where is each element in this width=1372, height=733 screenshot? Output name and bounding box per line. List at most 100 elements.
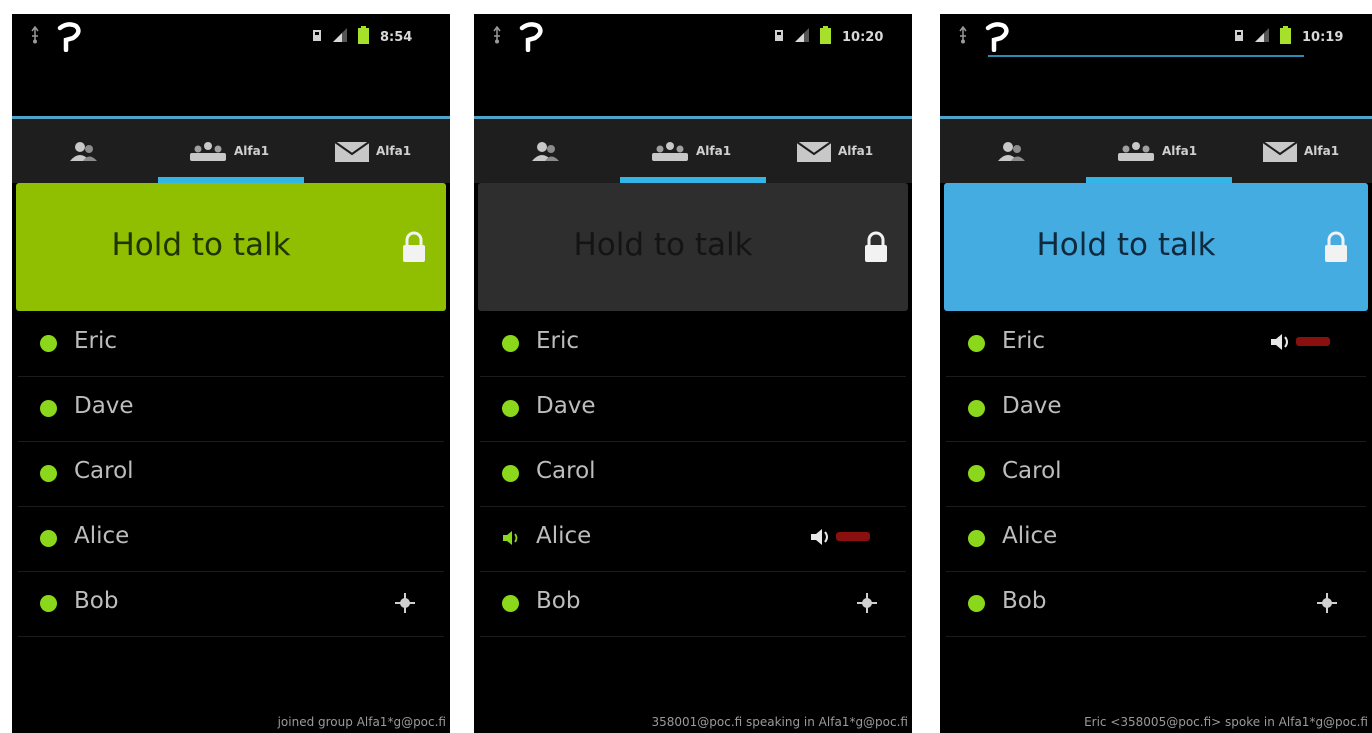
member-name: Carol bbox=[1002, 458, 1062, 484]
member-row-carol[interactable]: Carol bbox=[480, 442, 906, 507]
signal-strength-icon bbox=[795, 28, 809, 42]
status-clock: 10:19 bbox=[1302, 30, 1344, 45]
member-row-dave[interactable]: Dave bbox=[480, 377, 906, 442]
member-name: Bob bbox=[74, 588, 119, 614]
member-name: Dave bbox=[536, 393, 596, 419]
member-row-carol[interactable]: Carol bbox=[18, 442, 444, 507]
member-row-bob[interactable]: Bob bbox=[946, 572, 1366, 637]
audio-level-meter bbox=[836, 532, 870, 541]
status-clock: 8:54 bbox=[380, 30, 413, 45]
sd-card-icon bbox=[313, 30, 321, 41]
battery-icon bbox=[358, 26, 369, 44]
member-name: Eric bbox=[536, 328, 580, 354]
phone-screen-1: 8:54 Alfa1 Alfa1 Hold to talk Eric Dave … bbox=[12, 14, 450, 733]
tab-label: Alfa1 bbox=[376, 144, 412, 158]
sd-card-icon bbox=[1235, 30, 1243, 41]
contacts-icon bbox=[998, 142, 1025, 161]
lock-icon[interactable] bbox=[1324, 231, 1348, 263]
presence-online-icon bbox=[40, 530, 57, 547]
member-list: Eric Dave Carol Alice Bob bbox=[18, 312, 444, 637]
status-bar: 10:19 bbox=[940, 14, 1372, 64]
app-logo-icon bbox=[985, 22, 1009, 52]
member-name: Eric bbox=[74, 328, 118, 354]
tab-contacts[interactable] bbox=[12, 119, 158, 183]
speaker-icon bbox=[1271, 334, 1288, 350]
message-icon bbox=[796, 141, 832, 162]
presence-online-icon bbox=[502, 335, 519, 352]
tab-contacts[interactable] bbox=[474, 119, 620, 183]
status-message: joined group Alfa1*g@poc.fi bbox=[277, 715, 446, 729]
hold-to-talk-label: Hold to talk bbox=[1036, 227, 1216, 263]
presence-online-icon bbox=[40, 465, 57, 482]
member-list: Eric Dave Carol Alice Bob bbox=[480, 312, 906, 637]
presence-online-icon bbox=[502, 400, 519, 417]
group-icon bbox=[652, 142, 688, 161]
crosshair-icon[interactable] bbox=[394, 592, 416, 614]
status-clock: 10:20 bbox=[842, 30, 884, 45]
tab-messages-alfa1[interactable]: Alfa1 bbox=[766, 119, 912, 183]
tab-messages-alfa1[interactable]: Alfa1 bbox=[1232, 119, 1372, 183]
presence-online-icon bbox=[968, 400, 985, 417]
lock-icon[interactable] bbox=[864, 231, 888, 263]
message-icon bbox=[334, 141, 370, 162]
presence-online-icon bbox=[40, 335, 57, 352]
app-logo-icon bbox=[57, 22, 81, 52]
tab-messages-alfa1[interactable]: Alfa1 bbox=[304, 119, 450, 183]
hold-to-talk-button[interactable]: Hold to talk bbox=[16, 183, 446, 311]
member-row-dave[interactable]: Dave bbox=[946, 377, 1366, 442]
member-row-bob[interactable]: Bob bbox=[18, 572, 444, 637]
app-logo-icon bbox=[519, 22, 543, 52]
member-name: Carol bbox=[536, 458, 596, 484]
status-bar: 8:54 bbox=[12, 14, 450, 64]
signal-strength-icon bbox=[1255, 28, 1269, 42]
tab-label: Alfa1 bbox=[838, 144, 874, 158]
member-row-alice[interactable]: Alice bbox=[18, 507, 444, 572]
battery-icon bbox=[820, 26, 831, 44]
tab-group-alfa1[interactable]: Alfa1 bbox=[158, 119, 304, 183]
message-icon bbox=[1262, 141, 1298, 162]
hold-to-talk-button[interactable]: Hold to talk bbox=[944, 183, 1368, 311]
tab-label: Alfa1 bbox=[1304, 144, 1340, 158]
member-row-bob[interactable]: Bob bbox=[480, 572, 906, 637]
member-name: Dave bbox=[74, 393, 134, 419]
battery-icon bbox=[1280, 26, 1291, 44]
presence-online-icon bbox=[968, 530, 985, 547]
member-row-eric[interactable]: Eric bbox=[18, 312, 444, 377]
presence-online-icon bbox=[502, 465, 519, 482]
contacts-icon bbox=[70, 142, 97, 161]
tab-group-alfa1[interactable]: Alfa1 bbox=[1086, 119, 1232, 183]
sd-card-icon bbox=[775, 30, 783, 41]
member-list: Eric Dave Carol Alice Bob bbox=[946, 312, 1366, 637]
member-row-alice[interactable]: Alice bbox=[946, 507, 1366, 572]
member-row-dave[interactable]: Dave bbox=[18, 377, 444, 442]
signal-strength-icon bbox=[333, 28, 347, 42]
audio-level-meter bbox=[1296, 337, 1330, 346]
tab-label: Alfa1 bbox=[234, 144, 270, 158]
member-name: Dave bbox=[1002, 393, 1062, 419]
presence-online-icon bbox=[40, 400, 57, 417]
presence-online-icon bbox=[968, 465, 985, 482]
speaking-icon bbox=[503, 531, 518, 545]
member-row-eric[interactable]: Eric bbox=[946, 312, 1366, 377]
crosshair-icon[interactable] bbox=[1316, 592, 1338, 614]
usb-icon bbox=[493, 26, 501, 44]
tab-label: Alfa1 bbox=[1162, 144, 1198, 158]
hold-to-talk-label: Hold to talk bbox=[111, 227, 291, 263]
tab-contacts[interactable] bbox=[940, 119, 1086, 183]
usb-icon bbox=[31, 26, 39, 44]
tab-group-alfa1[interactable]: Alfa1 bbox=[620, 119, 766, 183]
member-row-eric[interactable]: Eric bbox=[480, 312, 906, 377]
lock-icon[interactable] bbox=[402, 231, 426, 263]
hold-to-talk-button[interactable]: Hold to talk bbox=[478, 183, 908, 311]
member-row-carol[interactable]: Carol bbox=[946, 442, 1366, 507]
tab-bar: Alfa1 Alfa1 bbox=[474, 119, 912, 183]
crosshair-icon[interactable] bbox=[856, 592, 878, 614]
presence-online-icon bbox=[502, 595, 519, 612]
member-row-alice[interactable]: Alice bbox=[480, 507, 906, 572]
phone-screen-2: 10:20 Alfa1 Alfa1 Hold to talk Eric Dave… bbox=[474, 14, 912, 733]
status-bar: 10:20 bbox=[474, 14, 912, 64]
usb-icon bbox=[959, 26, 967, 44]
tab-bar: Alfa1 Alfa1 bbox=[940, 119, 1372, 183]
presence-online-icon bbox=[40, 595, 57, 612]
member-name: Alice bbox=[74, 523, 130, 549]
